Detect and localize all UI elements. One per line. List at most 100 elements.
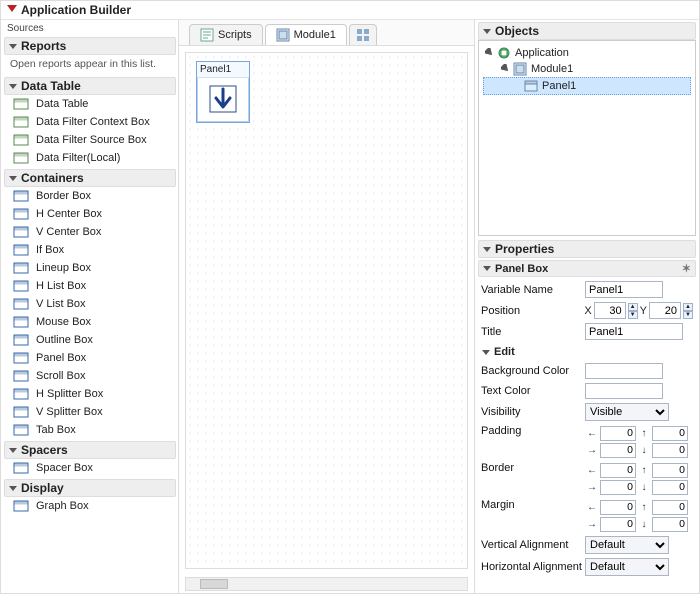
section-title-spacers: Spacers (21, 443, 68, 457)
position-x-input[interactable] (594, 302, 626, 319)
canvas-h-scrollbar[interactable] (185, 577, 468, 591)
tree-expand-icon[interactable] (501, 64, 511, 74)
palette-item[interactable]: Tab Box (4, 421, 176, 439)
palette-item[interactable]: Border Box (4, 187, 176, 205)
box-icon (12, 297, 30, 311)
disclosure-icon[interactable] (7, 5, 17, 15)
canvas-panel1[interactable]: Panel1 (196, 61, 250, 123)
titlebar: Application Builder (1, 1, 699, 20)
border-right-input[interactable] (600, 480, 636, 495)
palette-item[interactable]: V Splitter Box (4, 403, 176, 421)
margin-bottom-input[interactable] (652, 517, 688, 532)
section-header-reports[interactable]: Reports (4, 37, 176, 55)
module-icon (513, 62, 527, 76)
object-tree[interactable]: Application Module1 Panel1 (478, 40, 696, 236)
section-header-display[interactable]: Display (4, 479, 176, 497)
palette-item[interactable]: Lineup Box (4, 259, 176, 277)
margin-left-input[interactable] (600, 500, 636, 515)
properties-subheader[interactable]: Panel Box ✶ (478, 260, 696, 277)
palette-item[interactable]: H List Box (4, 277, 176, 295)
border-top-input[interactable] (652, 463, 688, 478)
arrow-up-icon: ↑ (637, 428, 651, 439)
palette-item[interactable]: Mouse Box (4, 313, 176, 331)
section-header-containers[interactable]: Containers (4, 169, 176, 187)
palette-item[interactable]: If Box (4, 241, 176, 259)
arrow-down-icon: ↓ (637, 445, 651, 456)
design-canvas[interactable]: Panel1 (185, 52, 468, 569)
prop-label: Variable Name (481, 284, 585, 296)
tree-row-application[interactable]: Application (483, 45, 691, 61)
section-header-properties[interactable]: Properties (478, 240, 696, 258)
arrow-up-icon: ↑ (637, 502, 651, 513)
edit-subsection[interactable]: Edit (478, 345, 696, 359)
palette-item[interactable]: V List Box (4, 295, 176, 313)
tree-row-panel1[interactable]: Panel1 (483, 77, 691, 95)
tree-expand-icon[interactable] (485, 48, 495, 58)
prop-label: Position (481, 305, 584, 317)
horizontal-alignment-select[interactable]: Default (585, 558, 669, 576)
grid-options-icon (356, 28, 370, 42)
palette-item-label: Spacer Box (36, 462, 93, 474)
visibility-select[interactable]: Visible (585, 403, 669, 421)
prop-label: Padding (481, 425, 585, 437)
chevron-down-icon (483, 266, 491, 271)
position-x-spinner[interactable]: ▲▼ (628, 303, 638, 319)
arrow-right-icon: → (585, 519, 599, 530)
chevron-down-icon (482, 350, 490, 355)
palette-item-label: If Box (36, 244, 64, 256)
margin-top-input[interactable] (652, 500, 688, 515)
position-y-input[interactable] (649, 302, 681, 319)
prop-label: Title (481, 326, 585, 338)
prop-label: Border (481, 462, 585, 474)
margin-right-input[interactable] (600, 517, 636, 532)
prop-horizontal-alignment: Horizontal Alignment Default (478, 556, 696, 578)
section-header-spacers[interactable]: Spacers (4, 441, 176, 459)
vertical-alignment-select[interactable]: Default (585, 536, 669, 554)
section-header-data-table[interactable]: Data Table (4, 77, 176, 95)
palette-item[interactable]: Data Filter Context Box (4, 113, 176, 131)
sources-panel: Sources Reports Open reports appear in t… (1, 20, 179, 593)
tree-row-module1[interactable]: Module1 (483, 61, 691, 77)
padding-top-input[interactable] (652, 426, 688, 441)
box-icon (12, 225, 30, 239)
palette-item-label: Panel Box (36, 352, 86, 364)
palette-item[interactable]: Data Filter Source Box (4, 131, 176, 149)
section-title-objects: Objects (495, 24, 539, 38)
palette-item[interactable]: Panel Box (4, 349, 176, 367)
padding-right-input[interactable] (600, 443, 636, 458)
section-header-objects[interactable]: Objects (478, 22, 696, 40)
palette-item-label: Border Box (36, 190, 91, 202)
palette-item[interactable]: H Center Box (4, 205, 176, 223)
palette-item[interactable]: Outline Box (4, 331, 176, 349)
section-title-containers: Containers (21, 171, 84, 185)
position-y-spinner[interactable]: ▲▼ (683, 303, 693, 319)
palette-item[interactable]: Data Filter(Local) (4, 149, 176, 167)
border-bottom-input[interactable] (652, 480, 688, 495)
border-left-input[interactable] (600, 463, 636, 478)
scrollbar-thumb[interactable] (200, 579, 228, 589)
text-color-swatch[interactable] (585, 383, 663, 399)
palette-item[interactable]: Scroll Box (4, 367, 176, 385)
background-color-swatch[interactable] (585, 363, 663, 379)
palette-item[interactable]: Graph Box (4, 497, 176, 515)
padding-left-input[interactable] (600, 426, 636, 441)
variable-name-input[interactable] (585, 281, 663, 298)
app-title: Application Builder (21, 3, 131, 17)
chevron-down-icon (9, 176, 17, 181)
reports-note: Open reports appear in this list. (4, 55, 176, 75)
box-icon (12, 333, 30, 347)
section-reports: Reports Open reports appear in this list… (4, 37, 176, 75)
position-y-label: Y (640, 305, 647, 317)
tab-module1[interactable]: Module1 (265, 24, 347, 45)
palette-item[interactable]: V Center Box (4, 223, 176, 241)
palette-item[interactable]: H Splitter Box (4, 385, 176, 403)
title-input[interactable] (585, 323, 683, 340)
palette-item-label: Graph Box (36, 500, 89, 512)
padding-bottom-input[interactable] (652, 443, 688, 458)
box-icon (12, 279, 30, 293)
palette-item[interactable]: Spacer Box (4, 459, 176, 477)
palette-item[interactable]: Data Table (4, 95, 176, 113)
tab-scripts[interactable]: Scripts (189, 24, 263, 45)
chevron-down-icon (483, 247, 491, 252)
tab-view-options[interactable] (349, 24, 377, 45)
